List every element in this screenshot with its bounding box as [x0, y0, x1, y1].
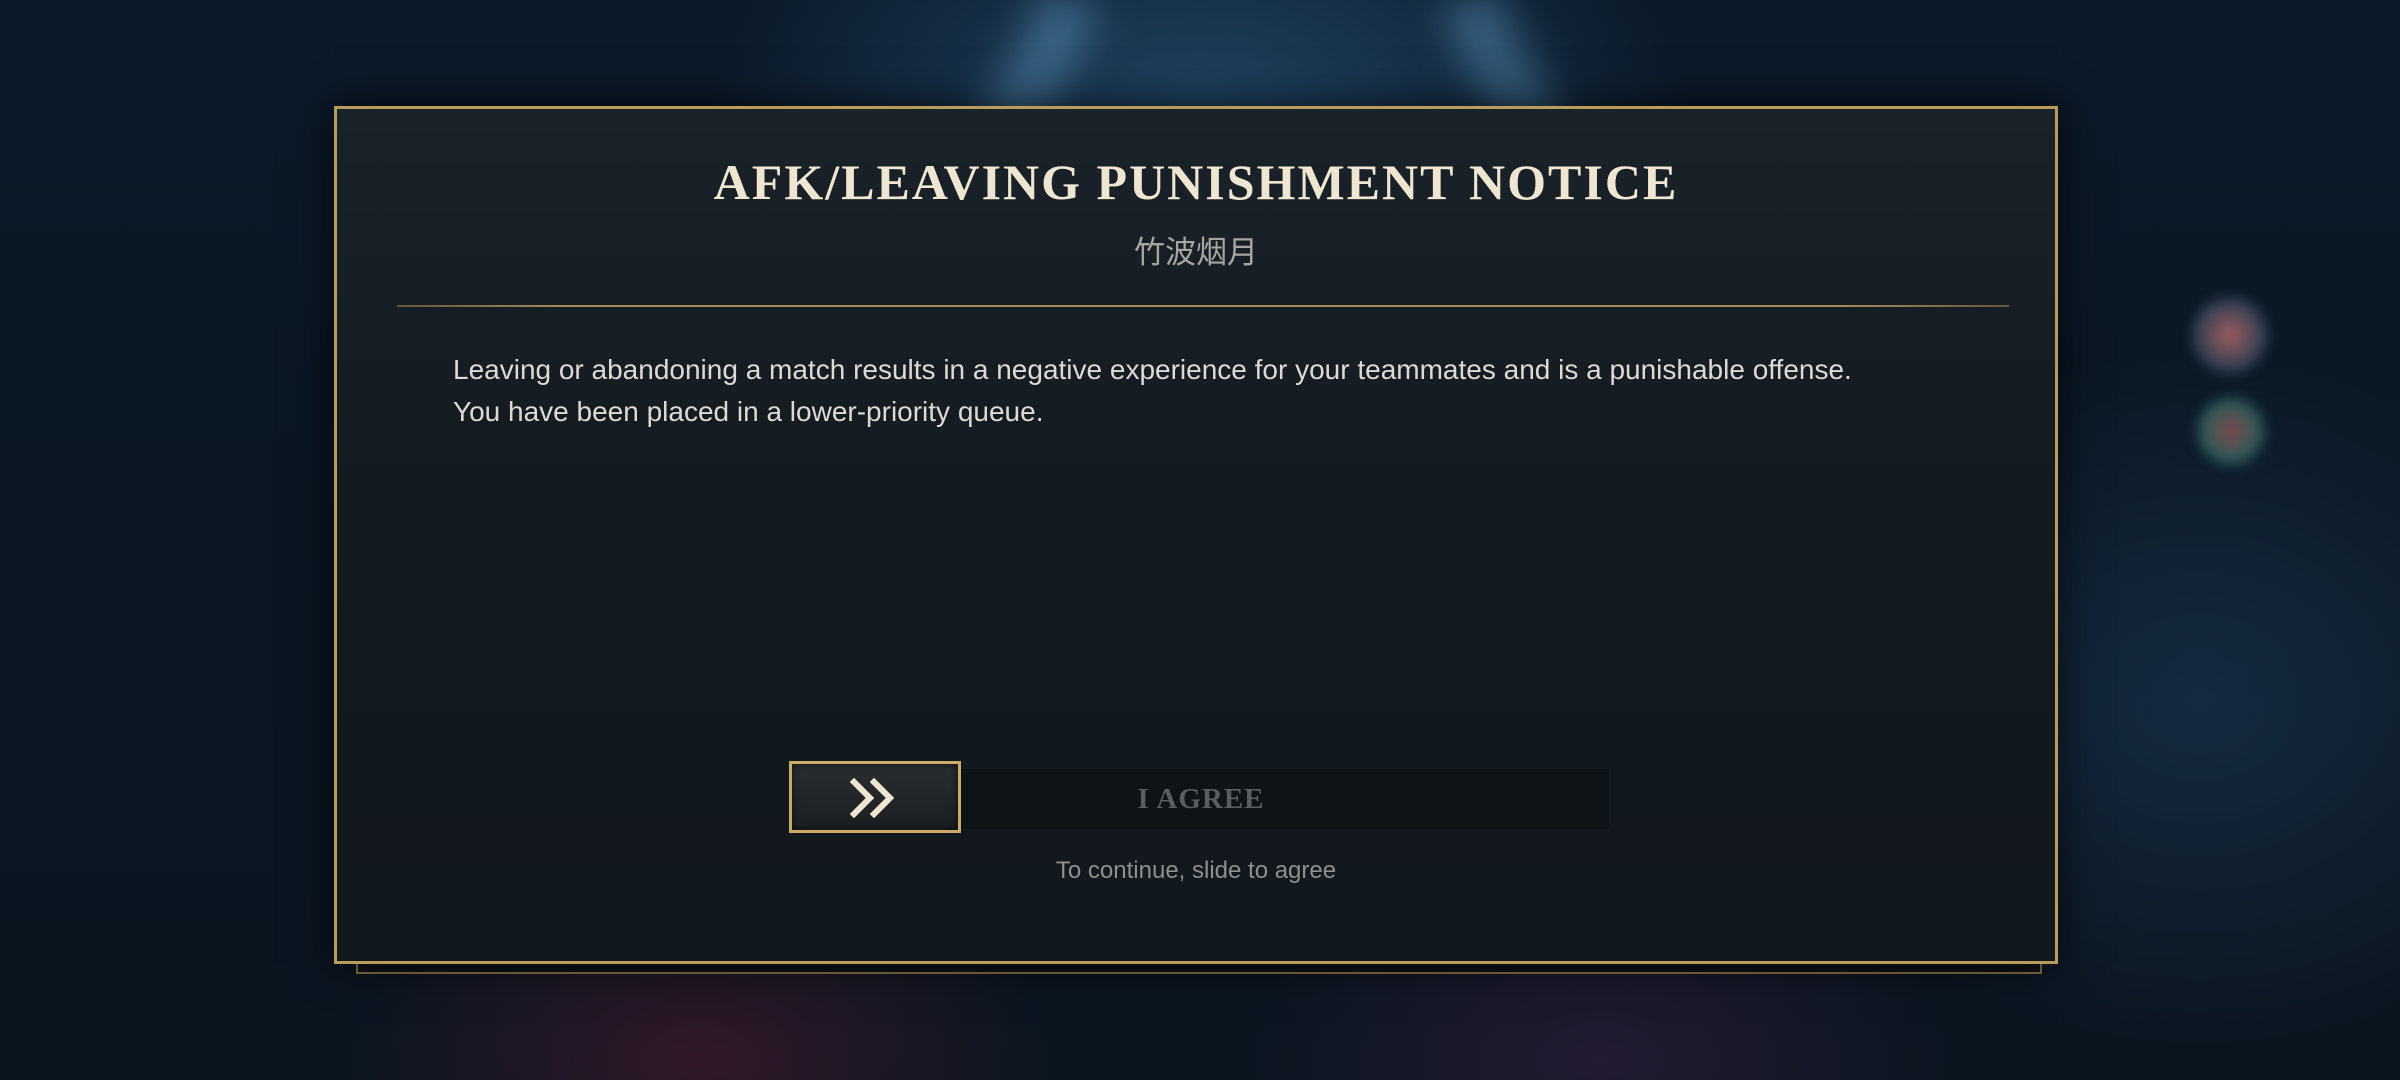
- slide-hint: To continue, slide to agree: [1055, 857, 1337, 884]
- notice-message: Leaving or abandoning a match results in…: [453, 354, 1852, 427]
- background-champion-icon: [2195, 395, 2267, 467]
- dialog-title: AFK/LEAVING PUNISHMENT NOTICE: [713, 154, 1679, 210]
- background-champion-icon: [2190, 295, 2270, 375]
- double-chevron-right-icon: [850, 778, 895, 818]
- player-name: 竹波烟月: [1134, 235, 1258, 271]
- title-divider: [397, 305, 2009, 307]
- agree-slider-handle[interactable]: [789, 761, 961, 833]
- punishment-notice-dialog: AFK/LEAVING PUNISHMENT NOTICE 竹波烟月 Leavi…: [334, 106, 2058, 964]
